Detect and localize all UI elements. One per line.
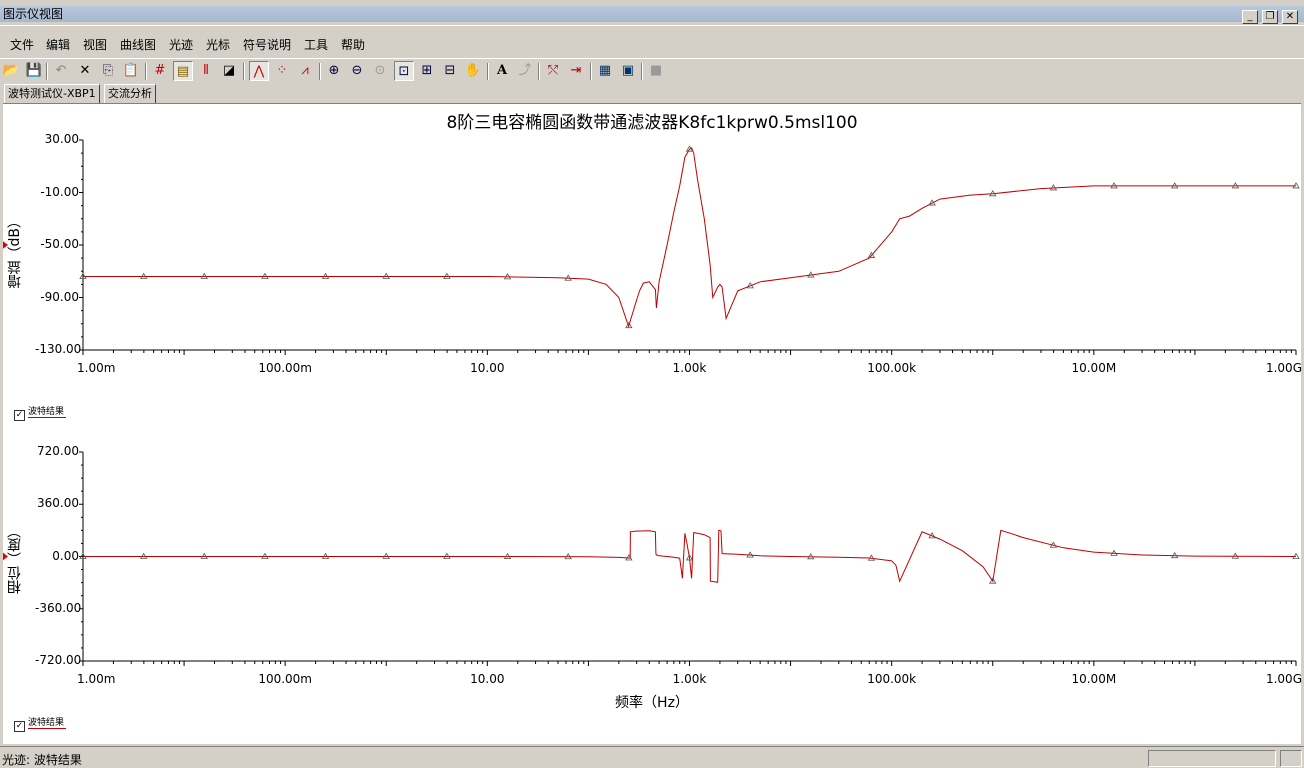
status-bar: 光迹: 波特结果: [0, 746, 1304, 768]
menu-file[interactable]: 文件: [10, 36, 34, 53]
text-icon[interactable]: A: [492, 61, 512, 81]
zoom-y-icon[interactable]: ⊟: [440, 61, 460, 81]
magnitude-xtick-label: 1.00k: [672, 361, 707, 375]
phase-xtick-label: 100.00m: [258, 672, 312, 686]
phase-marker: [564, 552, 572, 560]
toolbar: 📂 💾 ↶ ✕ ⎘ 📋 # ▤ ⫴ ◪ ⋀ ⁘ ⩘ ⊕ ⊖ ⊙ ⊡ ⊞ ⊟ ✋ …: [0, 58, 1304, 82]
magnitude-ytick-label: -50.00: [40, 237, 79, 251]
zoom-full-icon[interactable]: ⊙: [370, 61, 390, 81]
stop-icon[interactable]: ■: [646, 61, 666, 81]
magnitude-xtick-label: 1.00G: [1265, 361, 1302, 375]
zoom-x-icon[interactable]: ⊞: [417, 61, 437, 81]
phase-marker: [1231, 552, 1240, 559]
paste-icon[interactable]: 📋: [121, 61, 141, 81]
cut-icon[interactable]: ✕: [75, 61, 95, 81]
phase-xtick-label: 10.00M: [1071, 672, 1117, 686]
magnitude-xtick-label: 100.00m: [258, 361, 312, 375]
toolbar-separator: [46, 63, 48, 80]
zoom-in-icon[interactable]: ⊕: [324, 61, 344, 81]
status-panel: [1148, 750, 1276, 767]
menu-edit[interactable]: 编辑: [46, 36, 70, 53]
menu-graph[interactable]: 曲线图: [120, 36, 156, 53]
toolbar-separator: [538, 63, 540, 80]
toolbar-separator: [641, 63, 643, 80]
cursor-icon[interactable]: ⫴: [196, 61, 216, 81]
line-trace-icon[interactable]: ⋀: [249, 61, 269, 81]
magnitude-trace: [83, 147, 1296, 329]
magnitude-xtick-label: 10.00M: [1071, 361, 1117, 375]
tab-bode-plotter[interactable]: 波特测试仪-XBP1: [4, 84, 100, 105]
title-caption: [0, 6, 1304, 22]
magnitude-xtick-label: 1.00m: [77, 361, 116, 375]
phase-ylabel: 相位（度）: [7, 524, 23, 594]
status-panel: [1280, 750, 1302, 767]
legend-line-top: [28, 417, 66, 418]
close-button[interactable]: ✕: [1282, 10, 1298, 24]
line-point-trace-icon[interactable]: ⩘: [295, 61, 315, 81]
menu-view[interactable]: 视图: [83, 36, 107, 53]
toolbar-separator: [590, 63, 592, 80]
phase-xtick-label: 1.00G: [1265, 672, 1302, 686]
legend-checkbox-bottom[interactable]: ✓: [14, 721, 25, 732]
magnitude-ytick-label: -130.00: [35, 342, 82, 356]
export-icon[interactable]: ⇥: [566, 61, 586, 81]
phase-xtick-label: 10.00: [470, 672, 505, 686]
zoom-area-icon[interactable]: ⊡: [394, 61, 414, 81]
phase-xtick-label: 100.00k: [867, 672, 917, 686]
menu-bar: 文件 编辑 视图 曲线图 光迹 光标 符号说明 工具 帮助: [0, 33, 1304, 53]
open-icon[interactable]: 📂: [1, 61, 21, 81]
menu-tools[interactable]: 工具: [304, 36, 328, 53]
legend-label-top: 波特结果: [28, 407, 65, 417]
magnitude-xtick-label: 10.00: [470, 361, 505, 375]
phase-xlabel: 频率（Hz）: [615, 695, 689, 711]
legend-checkbox-top[interactable]: ✓: [14, 410, 25, 421]
save-icon[interactable]: 💾: [24, 61, 44, 81]
zoom-out-icon[interactable]: ⊖: [347, 61, 367, 81]
tab-strip: 波特测试仪-XBP1 交流分析: [0, 84, 1304, 105]
graph-svg: [3, 139, 1300, 666]
pan-icon[interactable]: ✋: [463, 61, 483, 81]
phase-ytick-label: 0.00: [52, 548, 79, 563]
phase-ytick-label: 360.00: [37, 496, 79, 511]
toolbar-separator: [487, 63, 489, 80]
magnitude-ytick-label: -90.00: [40, 289, 79, 304]
copy-icon[interactable]: ⎘: [98, 61, 118, 81]
tab-ac-analysis[interactable]: 交流分析: [104, 84, 156, 104]
title-bar: 图示仪视图 _ ❐ ✕: [0, 0, 1304, 26]
menu-cursor[interactable]: 光标: [206, 36, 230, 53]
phase-trace: [83, 529, 1297, 583]
phase-xtick-label: 1.00k: [672, 672, 707, 686]
menu-help[interactable]: 帮助: [341, 36, 365, 53]
legend-line-bottom: [28, 728, 66, 729]
graph-title: 8阶三电容椭圆函数带通滤波器K8fc1kprw0.5msl100: [446, 113, 858, 133]
graph-area[interactable]: 8阶三电容椭圆函数带通滤波器K8fc1kprw0.5msl100 ✓ 波特结果 …: [3, 103, 1302, 744]
undo-icon[interactable]: ↶: [51, 61, 71, 81]
toolbar-separator: [145, 63, 147, 80]
menu-trace[interactable]: 光迹: [169, 36, 193, 53]
point-trace-icon[interactable]: ⁘: [272, 61, 292, 81]
phase-ytick-label: 720.00: [37, 444, 79, 458]
window-title: 图示仪视图: [3, 7, 64, 21]
magnitude-ylabel: 增益（dB）: [7, 214, 23, 289]
trace-properties-icon[interactable]: ⤲: [543, 61, 563, 81]
toolbar-separator: [243, 63, 245, 80]
magnitude-xtick-label: 100.00k: [867, 361, 917, 375]
print-preview-icon[interactable]: ▣: [618, 61, 638, 81]
overlay-icon[interactable]: ◪: [219, 61, 239, 81]
menu-legend[interactable]: 符号说明: [243, 36, 291, 53]
phase-ytick-label: -360.00: [35, 600, 82, 615]
legend-label-bottom: 波特结果: [28, 718, 65, 728]
status-text: 光迹: 波特结果: [2, 753, 82, 767]
toolbar-separator: [319, 63, 321, 80]
label-icon[interactable]: ⤴: [515, 61, 535, 81]
magnitude-ytick-label: -10.00: [40, 184, 79, 199]
magnitude-ytick-label: 30.00: [44, 132, 79, 146]
minimize-button[interactable]: _: [1242, 10, 1258, 24]
legend-icon[interactable]: ▤: [173, 61, 193, 81]
phase-xtick-label: 1.00m: [77, 672, 116, 686]
grid-icon[interactable]: #: [150, 61, 170, 81]
restore-button[interactable]: ❐: [1262, 10, 1278, 24]
phase-ytick-label: -720.00: [35, 653, 82, 667]
print-icon[interactable]: ▦: [595, 61, 615, 81]
